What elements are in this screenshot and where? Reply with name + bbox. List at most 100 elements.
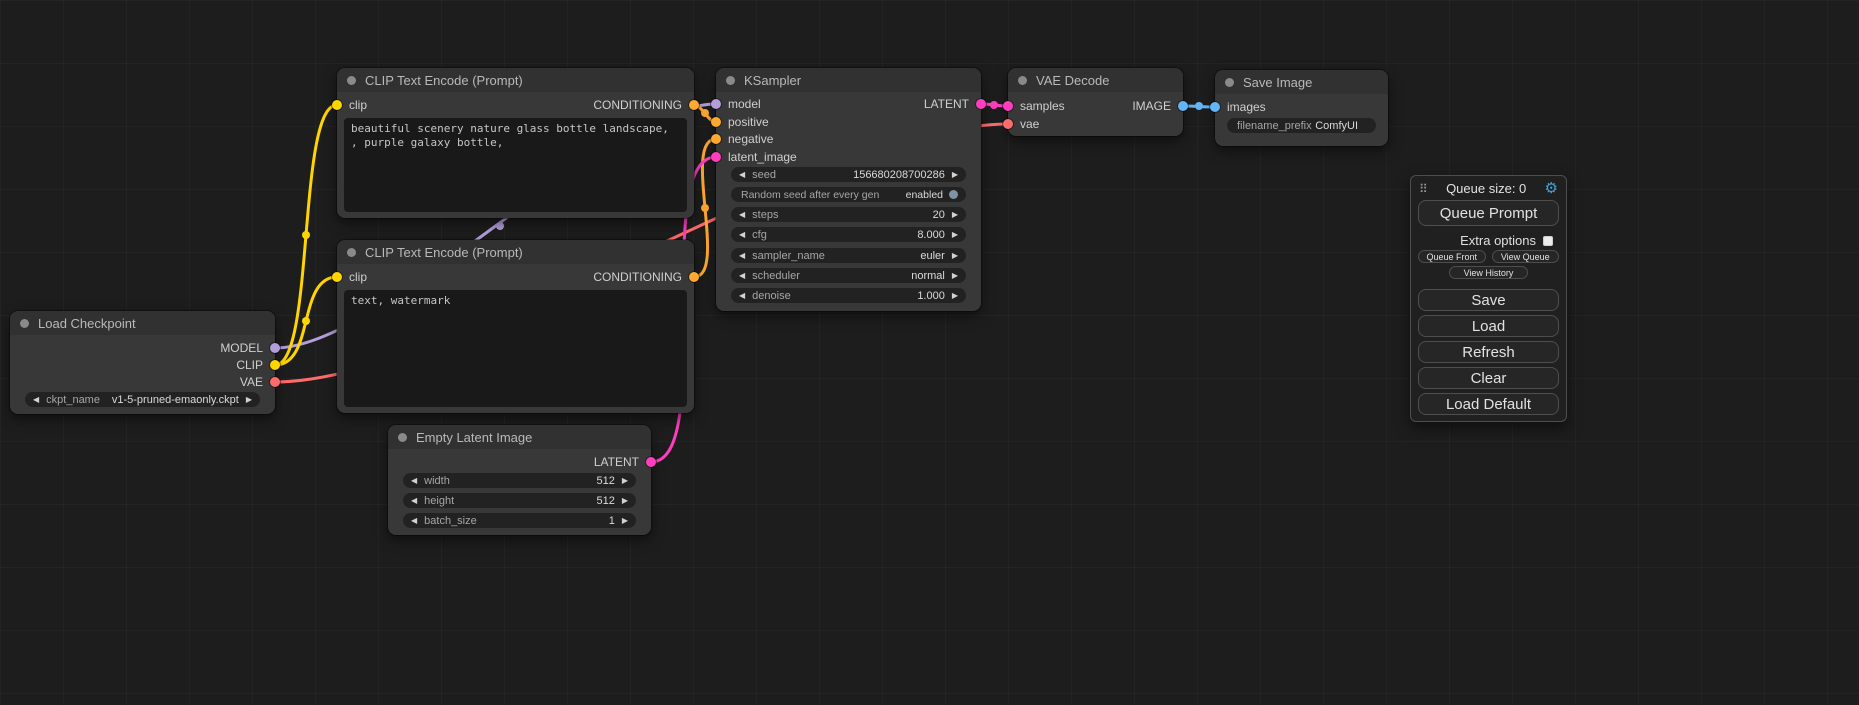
node-title-bar[interactable]: Load Checkpoint [10, 311, 275, 335]
widget-ckpt-name[interactable]: ◀ ckpt_name v1-5-pruned-emaonly.ckpt ▶ [25, 392, 260, 407]
input-slot-vae: vae [1003, 116, 1039, 132]
input-slot-negative: negative [711, 131, 773, 147]
widget-width[interactable]: ◀ width 512 ▶ [403, 473, 636, 488]
latent-output-dot[interactable] [976, 99, 986, 109]
vae-output-dot[interactable] [270, 377, 280, 387]
node-title-bar[interactable]: Empty Latent Image [388, 425, 651, 449]
node-title-bar[interactable]: VAE Decode [1008, 68, 1183, 92]
widget-name: steps [752, 209, 778, 221]
right-arrow-icon[interactable]: ▶ [952, 171, 958, 179]
conditioning-output-dot[interactable] [689, 100, 699, 110]
node-clip-text-encode-negative[interactable]: CLIP Text Encode (Prompt) clip CONDITION… [337, 240, 694, 413]
node-clip-text-encode-positive[interactable]: CLIP Text Encode (Prompt) clip CONDITION… [337, 68, 694, 218]
widget-scheduler[interactable]: ◀ scheduler normal ▶ [731, 268, 966, 283]
queue-menu-panel[interactable]: ⠿ Queue size: 0 ⚙ Queue Prompt Extra opt… [1410, 175, 1567, 422]
node-empty-latent-image[interactable]: Empty Latent Image LATENT ◀ width 512 ▶ … [388, 425, 651, 535]
node-graph-canvas[interactable]: Load Checkpoint MODEL CLIP VAE ◀ ckpt_na… [0, 0, 1859, 705]
extra-options-checkbox[interactable] [1543, 236, 1553, 246]
left-arrow-icon[interactable]: ◀ [33, 396, 39, 404]
right-arrow-icon[interactable]: ▶ [952, 231, 958, 239]
widget-height[interactable]: ◀ height 512 ▶ [403, 493, 636, 508]
vae-input-dot[interactable] [1003, 119, 1013, 129]
collapse-dot-icon[interactable] [1018, 76, 1027, 85]
left-arrow-icon[interactable]: ◀ [739, 211, 745, 219]
right-arrow-icon[interactable]: ▶ [622, 497, 628, 505]
widget-steps[interactable]: ◀ steps 20 ▶ [731, 207, 966, 222]
right-arrow-icon[interactable]: ▶ [952, 292, 958, 300]
node-title-bar[interactable]: KSampler [716, 68, 981, 92]
node-vae-decode[interactable]: VAE Decode samples vae IMAGE [1008, 68, 1183, 136]
load-default-button[interactable]: Load Default [1418, 393, 1559, 415]
samples-input-dot[interactable] [1003, 101, 1013, 111]
drag-handle-icon[interactable]: ⠿ [1419, 182, 1428, 196]
settings-gear-icon[interactable]: ⚙ [1545, 181, 1558, 196]
model-input-dot[interactable] [711, 99, 721, 109]
right-arrow-icon[interactable]: ▶ [246, 396, 252, 404]
latent-output-dot[interactable] [646, 457, 656, 467]
node-title-bar[interactable]: Save Image [1215, 70, 1388, 94]
widget-random-seed-toggle[interactable]: Random seed after every gen enabled [731, 187, 966, 202]
save-button[interactable]: Save [1418, 289, 1559, 311]
node-title-bar[interactable]: CLIP Text Encode (Prompt) [337, 68, 694, 92]
right-arrow-icon[interactable]: ▶ [952, 272, 958, 280]
clip-input-dot[interactable] [332, 100, 342, 110]
left-arrow-icon[interactable]: ◀ [739, 171, 745, 179]
widget-value: enabled [906, 189, 943, 201]
widget-batch-size[interactable]: ◀ batch_size 1 ▶ [403, 513, 636, 528]
node-ksampler[interactable]: KSampler model positive negative latent_… [716, 68, 981, 311]
positive-input-dot[interactable] [711, 117, 721, 127]
widget-value: 1 [609, 515, 615, 527]
collapse-dot-icon[interactable] [347, 248, 356, 257]
slot-label: CLIP [236, 358, 263, 372]
collapse-dot-icon[interactable] [1225, 78, 1234, 87]
clip-input-dot[interactable] [332, 272, 342, 282]
queue-front-button[interactable]: Queue Front [1418, 250, 1486, 263]
slot-label: images [1227, 100, 1266, 114]
latent-image-input-dot[interactable] [711, 152, 721, 162]
load-button[interactable]: Load [1418, 315, 1559, 337]
model-output-dot[interactable] [270, 343, 280, 353]
widget-sampler-name[interactable]: ◀ sampler_name euler ▶ [731, 248, 966, 263]
queue-prompt-button[interactable]: Queue Prompt [1418, 200, 1559, 226]
widget-value: euler [920, 250, 944, 262]
left-arrow-icon[interactable]: ◀ [739, 272, 745, 280]
node-title: Save Image [1243, 75, 1312, 90]
image-output-dot[interactable] [1178, 101, 1188, 111]
images-input-dot[interactable] [1210, 102, 1220, 112]
right-arrow-icon[interactable]: ▶ [622, 517, 628, 525]
right-arrow-icon[interactable]: ▶ [622, 477, 628, 485]
positive-prompt-textarea[interactable]: beautiful scenery nature glass bottle la… [344, 118, 687, 212]
collapse-dot-icon[interactable] [398, 433, 407, 442]
left-arrow-icon[interactable]: ◀ [739, 292, 745, 300]
collapse-dot-icon[interactable] [726, 76, 735, 85]
view-queue-button[interactable]: View Queue [1492, 250, 1560, 263]
toggle-knob-icon[interactable] [949, 190, 958, 199]
right-arrow-icon[interactable]: ▶ [952, 211, 958, 219]
node-load-checkpoint[interactable]: Load Checkpoint MODEL CLIP VAE ◀ ckpt_na… [10, 311, 275, 414]
wire-mid-dot [302, 231, 310, 239]
left-arrow-icon[interactable]: ◀ [739, 252, 745, 260]
conditioning-output-dot[interactable] [689, 272, 699, 282]
left-arrow-icon[interactable]: ◀ [739, 231, 745, 239]
right-arrow-icon[interactable]: ▶ [952, 252, 958, 260]
view-history-button[interactable]: View History [1449, 266, 1528, 279]
left-arrow-icon[interactable]: ◀ [411, 477, 417, 485]
widget-value: 156680208700286 [853, 169, 945, 181]
node-title-bar[interactable]: CLIP Text Encode (Prompt) [337, 240, 694, 264]
collapse-dot-icon[interactable] [347, 76, 356, 85]
widget-denoise[interactable]: ◀ denoise 1.000 ▶ [731, 288, 966, 303]
negative-prompt-textarea[interactable]: text, watermark [344, 290, 687, 407]
output-slot-conditioning: CONDITIONING [593, 269, 699, 285]
refresh-button[interactable]: Refresh [1418, 341, 1559, 363]
left-arrow-icon[interactable]: ◀ [411, 517, 417, 525]
widget-seed[interactable]: ◀ seed 156680208700286 ▶ [731, 167, 966, 182]
clip-output-dot[interactable] [270, 360, 280, 370]
clear-button[interactable]: Clear [1418, 367, 1559, 389]
collapse-dot-icon[interactable] [20, 319, 29, 328]
node-save-image[interactable]: Save Image images filename_prefix ComfyU… [1215, 70, 1388, 146]
slot-label: CONDITIONING [593, 98, 682, 112]
widget-cfg[interactable]: ◀ cfg 8.000 ▶ [731, 227, 966, 242]
negative-input-dot[interactable] [711, 134, 721, 144]
widget-filename-prefix[interactable]: filename_prefix ComfyUI [1227, 118, 1376, 133]
left-arrow-icon[interactable]: ◀ [411, 497, 417, 505]
